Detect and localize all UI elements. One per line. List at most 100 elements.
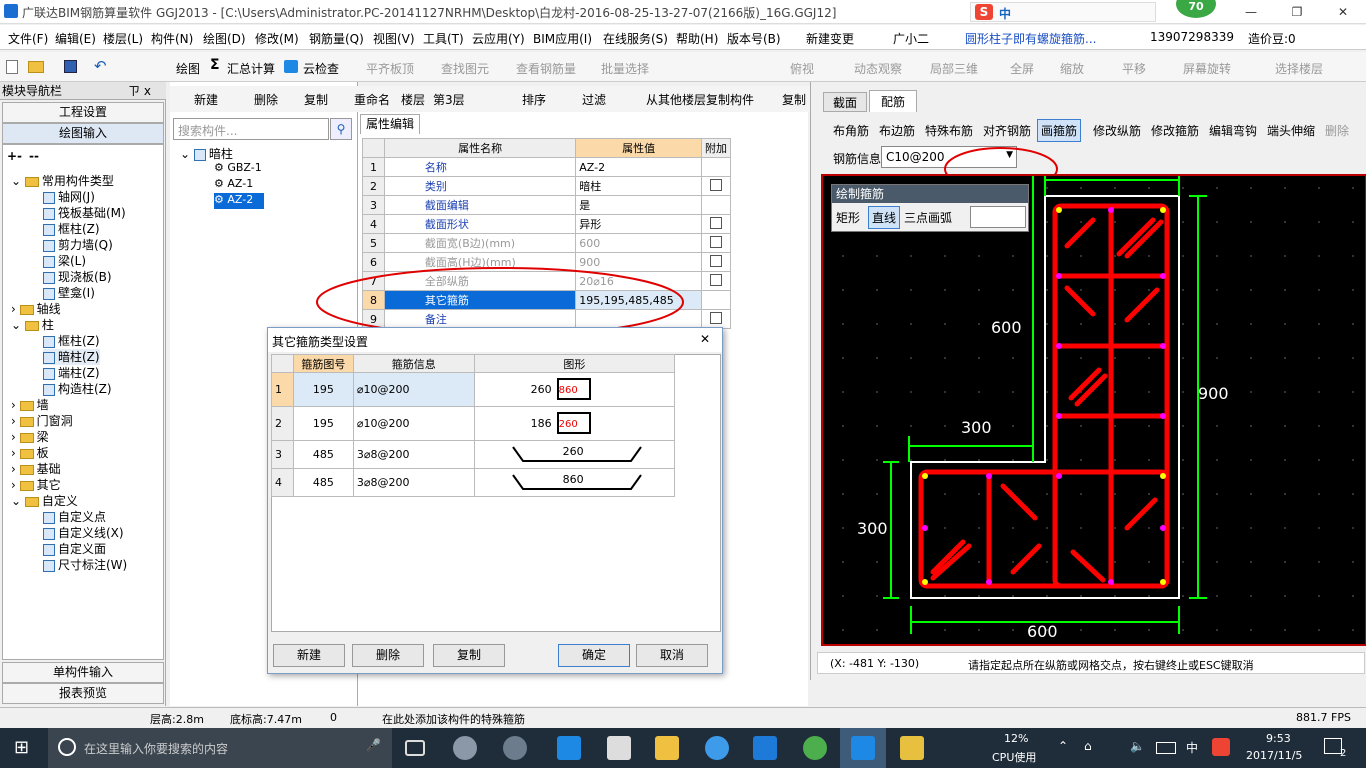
tool-modify-stirrup[interactable]: 修改箍筋: [1151, 122, 1199, 139]
tool-modify-long[interactable]: 修改纵筋: [1093, 122, 1141, 139]
toolbar-flush[interactable]: 平齐板顶: [366, 60, 414, 77]
nav-tree-item[interactable]: 现浇板(B): [43, 269, 112, 285]
store-icon[interactable]: [607, 736, 631, 760]
task-view-icon[interactable]: [405, 740, 425, 756]
collapsed-chevron-icon[interactable]: ›: [11, 430, 20, 444]
tool-special-rebar[interactable]: 特殊布筋: [925, 122, 973, 139]
nav-folder[interactable]: ⌄ 自定义: [11, 493, 78, 509]
nav-tree-item[interactable]: 轴网(J): [43, 189, 95, 205]
ime-toolbar[interactable]: S 中: [970, 2, 1156, 22]
dialog-delete-button[interactable]: 删除: [352, 644, 424, 667]
tree-root-row[interactable]: ⌄ 暗柱: [180, 145, 233, 162]
keyboard-icon[interactable]: [1156, 742, 1176, 754]
stirrup-code[interactable]: 485: [292, 440, 354, 469]
explorer-icon[interactable]: [655, 736, 679, 760]
menu-view[interactable]: 视图(V): [373, 30, 415, 47]
dialog-close-button[interactable]: ✕: [700, 332, 710, 346]
nav-report-preview[interactable]: 报表预览: [2, 683, 164, 704]
toolbar-calc[interactable]: 汇总计算: [227, 60, 275, 77]
property-value[interactable]: 异形: [575, 214, 702, 234]
property-row[interactable]: 5 截面宽(B边)(mm) 600: [362, 233, 732, 253]
collapsed-chevron-icon[interactable]: ›: [11, 446, 20, 460]
component-item[interactable]: ⚙ GBZ-1: [214, 161, 262, 174]
expanded-chevron-icon[interactable]: ⌄: [11, 494, 25, 508]
nav-tree-item[interactable]: 筏板基础(M): [43, 205, 126, 221]
toolbar-batch[interactable]: 批量选择: [601, 60, 649, 77]
property-value[interactable]: AZ-2: [575, 157, 702, 177]
property-row[interactable]: 4 截面形状 异形: [362, 214, 732, 234]
nav-draw-input[interactable]: 绘图输入: [2, 123, 164, 144]
nav-folder[interactable]: ⌄ 柱: [11, 317, 54, 333]
close-button[interactable]: ✕: [1320, 0, 1366, 24]
component-item-selected[interactable]: ⚙ AZ-2: [214, 193, 264, 209]
restore-button[interactable]: ❐: [1274, 0, 1320, 24]
clock-date[interactable]: 2017/11/5: [1246, 749, 1302, 762]
arc-options-select[interactable]: [970, 206, 1026, 228]
volume-icon[interactable]: 🔈: [1130, 739, 1145, 753]
menu-tools[interactable]: 工具(T): [423, 30, 464, 47]
toolbar-zoom[interactable]: 缩放: [1060, 60, 1084, 77]
property-value[interactable]: 暗柱: [575, 176, 702, 196]
menu-beans[interactable]: 造价豆:0: [1248, 30, 1296, 47]
ie-icon[interactable]: [705, 736, 729, 760]
menu-file[interactable]: 文件(F): [8, 30, 48, 47]
toolbar-local3d[interactable]: 局部三维: [930, 60, 978, 77]
comp-rename[interactable]: 重命名: [354, 91, 390, 108]
comp-new[interactable]: 新建: [194, 91, 218, 108]
nav-tree-item[interactable]: 壁龛(I): [43, 285, 95, 301]
comp-copy2[interactable]: 复制: [782, 91, 806, 108]
menu-rebar[interactable]: 钢筋量(Q): [309, 30, 364, 47]
nav-tree-item[interactable]: 尺寸标注(W): [43, 557, 127, 573]
nav-tree-item[interactable]: 框柱(Z): [43, 221, 100, 237]
extra-checkbox[interactable]: [709, 273, 722, 286]
property-tab[interactable]: 属性编辑: [360, 114, 420, 134]
toolbar-fullscreen[interactable]: 全屏: [1010, 60, 1034, 77]
menu-component[interactable]: 构件(N): [151, 30, 193, 47]
menu-edit[interactable]: 编辑(E): [55, 30, 96, 47]
nav-tree-item[interactable]: 构造柱(Z): [43, 381, 112, 397]
comp-copy-from-floor[interactable]: 从其他楼层复制构件: [646, 91, 754, 108]
toolbar-cloudcheck[interactable]: 云检查: [303, 60, 339, 77]
open-folder-icon[interactable]: [28, 61, 44, 73]
app-swirl-icon[interactable]: [503, 736, 527, 760]
start-windows-icon[interactable]: ⊞: [14, 738, 34, 758]
stirrup-code[interactable]: 195: [292, 372, 354, 407]
nav-tree-item[interactable]: 自定义线(X): [43, 525, 124, 541]
taskbar-search[interactable]: 在这里输入你要搜索的内容 🎤: [48, 728, 392, 768]
comp-floor-value[interactable]: 第3层: [433, 91, 465, 108]
extra-checkbox[interactable]: [709, 254, 722, 267]
stirrup-row[interactable]: 2 195 ⌀10@200 186 260: [271, 406, 676, 441]
menu-cloud[interactable]: 云应用(Y): [472, 30, 525, 47]
search-button[interactable]: ⚲: [330, 118, 352, 140]
stirrup-info[interactable]: ⌀10@200: [352, 372, 475, 407]
undo-icon[interactable]: ↶: [94, 57, 107, 75]
toolbar-draw[interactable]: 绘图: [176, 60, 200, 77]
nav-single-input[interactable]: 单构件输入: [2, 662, 164, 683]
save-icon[interactable]: [64, 60, 77, 73]
nav-tree-item[interactable]: 剪力墙(Q): [43, 237, 113, 253]
stirrup-row[interactable]: 3 485 3⌀8@200 260: [271, 440, 676, 469]
property-value[interactable]: 是: [575, 195, 702, 215]
stirrup-row[interactable]: 1 195 ⌀10@200 260 860: [271, 372, 676, 407]
component-item[interactable]: ⚙ AZ-1: [214, 177, 253, 190]
search-box[interactable]: 搜索构件...: [173, 118, 329, 140]
dialog-copy-button[interactable]: 复制: [433, 644, 505, 667]
stirrup-info[interactable]: 3⌀8@200: [352, 468, 475, 497]
nav-folder[interactable]: › 其它: [11, 477, 61, 493]
notes-app-icon[interactable]: [900, 736, 924, 760]
toolbar-find[interactable]: 查找图元: [441, 60, 489, 77]
menu-assistant[interactable]: 广小二: [893, 30, 929, 47]
ime-mode[interactable]: 中: [999, 5, 1011, 22]
nav-pin[interactable]: ㄗ x: [128, 82, 151, 100]
collapsed-chevron-icon[interactable]: ›: [11, 462, 20, 476]
expanded-chevron-icon[interactable]: ⌄: [11, 174, 25, 188]
tray-chevron-icon[interactable]: ⌃: [1058, 739, 1068, 753]
extra-checkbox[interactable]: [709, 216, 722, 229]
collapsed-chevron-icon[interactable]: ›: [11, 478, 20, 492]
app-fan-icon[interactable]: [453, 736, 477, 760]
menu-modify[interactable]: 修改(M): [255, 30, 299, 47]
dialog-ok-button[interactable]: 确定: [558, 644, 630, 667]
stirrup-info[interactable]: ⌀10@200: [352, 406, 475, 441]
comp-delete[interactable]: 删除: [254, 91, 278, 108]
collapsed-chevron-icon[interactable]: ›: [11, 302, 20, 316]
